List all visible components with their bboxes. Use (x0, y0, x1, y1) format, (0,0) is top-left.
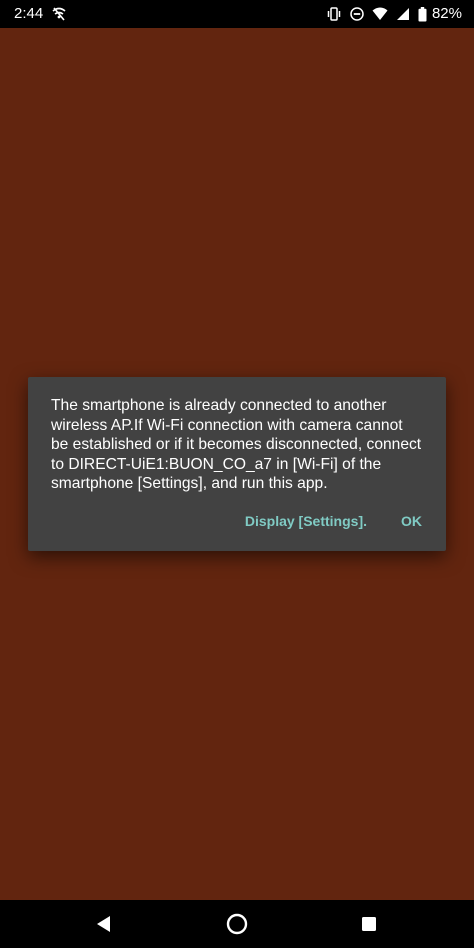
status-icons: 82% (326, 4, 462, 24)
navigation-bar (0, 900, 474, 948)
back-icon[interactable] (92, 912, 116, 936)
wifi-icon (372, 7, 388, 21)
recents-icon[interactable] (357, 912, 381, 936)
battery-icon (418, 6, 427, 22)
home-icon[interactable] (225, 912, 249, 936)
do-not-disturb-icon (350, 7, 364, 21)
status-time: 2:44 (14, 5, 44, 22)
battery-percent: 82% (431, 5, 462, 22)
dialog-actions: Display [Settings]. OK (245, 513, 422, 529)
wifi-alert-dialog: The smartphone is already connected to a… (28, 377, 446, 551)
dialog-message: The smartphone is already connected to a… (51, 397, 422, 492)
ok-button[interactable]: OK (401, 513, 422, 529)
display-settings-button[interactable]: Display [Settings]. (245, 513, 367, 529)
vibrate-icon (326, 6, 342, 22)
status-bar: 2:44 82% (0, 0, 474, 28)
signal-icon (396, 7, 410, 21)
wifi-off-notification-icon (52, 6, 66, 22)
